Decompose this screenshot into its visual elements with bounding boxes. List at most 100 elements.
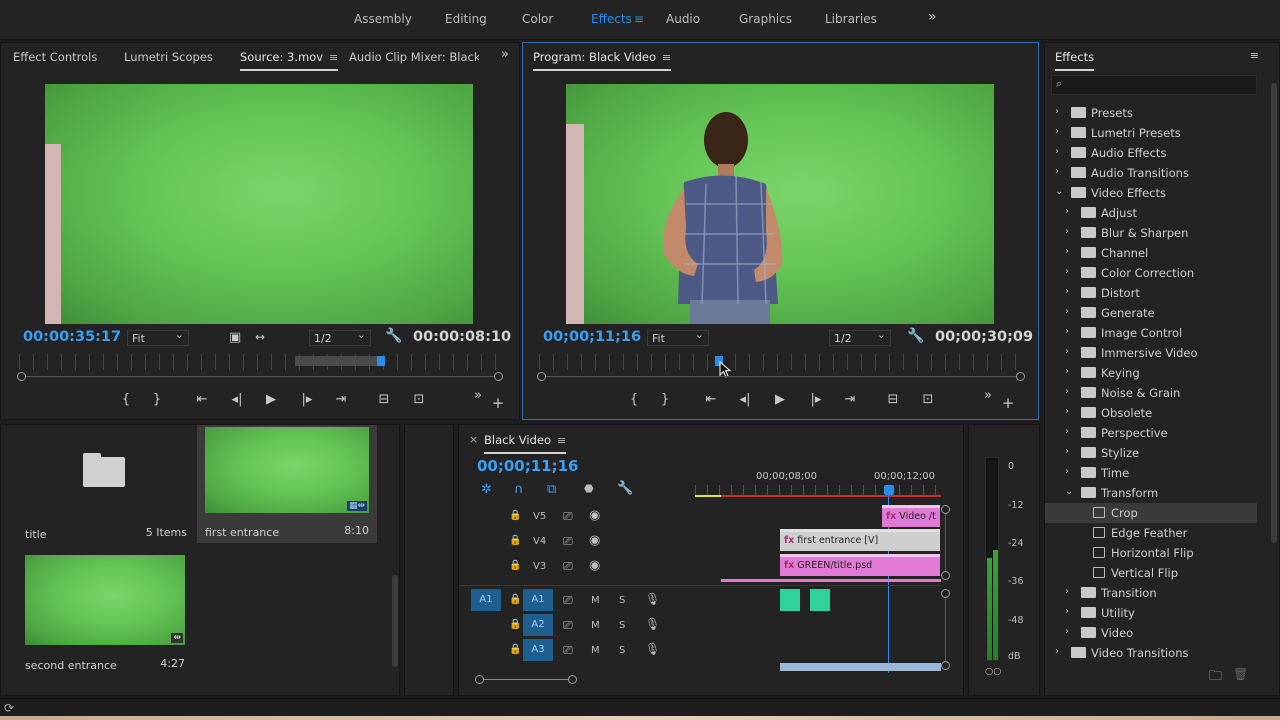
linked-selection-icon[interactable]: ⧉ bbox=[547, 482, 556, 497]
lock-icon[interactable]: 🔒 bbox=[509, 510, 521, 521]
effects-tree-item[interactable]: › Obsolete bbox=[1045, 403, 1257, 423]
tab-source[interactable]: Source: 3.mov ≡ bbox=[240, 50, 339, 71]
program-resolution-dropdown[interactable]: 1/2 bbox=[829, 328, 891, 346]
timeline-playhead-handle[interactable] bbox=[884, 485, 894, 495]
audio-vscroll[interactable] bbox=[945, 595, 946, 665]
audio-clip[interactable] bbox=[780, 589, 800, 611]
mark-out-icon[interactable]: } bbox=[656, 392, 674, 407]
source-zoom-right-handle[interactable] bbox=[494, 372, 503, 381]
insert-icon[interactable]: ↔ bbox=[255, 330, 265, 344]
audio-clip[interactable] bbox=[810, 589, 830, 611]
effects-tree-item[interactable]: Vertical Flip bbox=[1045, 563, 1257, 583]
workspace-effects[interactable]: Effects bbox=[591, 12, 632, 26]
chevron-right-icon[interactable]: › bbox=[1065, 386, 1069, 397]
effects-title[interactable]: Effects bbox=[1055, 50, 1095, 71]
chevron-right-icon[interactable]: › bbox=[1065, 226, 1069, 237]
delete-icon[interactable]: 🗑 bbox=[1233, 667, 1248, 681]
effects-tree-item[interactable]: › Video Transitions bbox=[1045, 643, 1257, 663]
program-time-ruler[interactable] bbox=[539, 354, 1021, 370]
chevron-right-icon[interactable]: › bbox=[1065, 606, 1069, 617]
chevron-right-icon[interactable]: › bbox=[1065, 366, 1069, 377]
track-name[interactable]: A1 bbox=[523, 589, 553, 611]
video-vscroll[interactable] bbox=[945, 507, 946, 575]
tab-effect-controls[interactable]: Effect Controls bbox=[13, 50, 97, 64]
timeline-hscroll-right[interactable] bbox=[568, 675, 577, 684]
workspace-overflow-icon[interactable]: » bbox=[928, 9, 937, 25]
chevron-right-icon[interactable]: › bbox=[1055, 146, 1059, 157]
chevron-right-icon[interactable]: › bbox=[1065, 426, 1069, 437]
video-scroll-handle[interactable] bbox=[941, 571, 950, 580]
program-fit-dropdown[interactable]: Fit bbox=[647, 328, 709, 346]
effects-tree-item[interactable]: › Presets bbox=[1045, 103, 1257, 123]
chevron-down-icon[interactable]: ⌄ bbox=[1065, 486, 1073, 497]
source-patch-a1[interactable]: A1 bbox=[471, 589, 501, 611]
voiceover-mic-icon[interactable]: 🎙 bbox=[645, 592, 660, 606]
audio-scroll-handle[interactable] bbox=[941, 661, 950, 670]
chevron-right-icon[interactable]: › bbox=[1065, 206, 1069, 217]
effects-search-input[interactable] bbox=[1072, 77, 1252, 93]
sync-lock-icon[interactable]: ⎚ bbox=[563, 593, 573, 608]
step-back-icon[interactable]: ◂| bbox=[228, 392, 246, 407]
effects-tree-item[interactable]: ⌄ Video Effects bbox=[1045, 183, 1257, 203]
panel-menu-icon[interactable]: ≡ bbox=[662, 51, 671, 64]
effects-tree-item[interactable]: › Time bbox=[1045, 463, 1257, 483]
panel-menu-icon[interactable]: ≡ bbox=[1250, 49, 1259, 62]
chevron-right-icon[interactable]: › bbox=[1065, 446, 1069, 457]
effects-tree-item[interactable]: › Perspective bbox=[1045, 423, 1257, 443]
overwrite-edit-icon[interactable]: ⊡ bbox=[410, 392, 428, 407]
button-editor-add-icon[interactable]: + bbox=[489, 394, 507, 412]
effects-tree-item[interactable]: › Generate bbox=[1045, 303, 1257, 323]
timeline-clip-v3[interactable]: fx GREEN/title.psd bbox=[780, 554, 940, 576]
timeline-hscroll[interactable] bbox=[483, 679, 575, 680]
workspace-editing[interactable]: Editing bbox=[445, 12, 487, 26]
tab-program[interactable]: Program: Black Video ≡ bbox=[533, 50, 672, 71]
video-scroll-handle[interactable] bbox=[941, 505, 950, 514]
voiceover-mic-icon[interactable]: 🎙 bbox=[645, 617, 660, 631]
timeline-clip-bottom[interactable] bbox=[780, 663, 941, 671]
snap-icon[interactable]: ∩ bbox=[514, 482, 524, 497]
sync-lock-icon[interactable]: ⎚ bbox=[563, 509, 573, 524]
controls-overflow-icon[interactable]: » bbox=[469, 388, 487, 403]
effects-tree-item[interactable]: › Color Correction bbox=[1045, 263, 1257, 283]
chevron-right-icon[interactable]: › bbox=[1055, 126, 1059, 137]
lock-icon[interactable]: 🔒 bbox=[509, 619, 521, 630]
effects-tree-item[interactable]: › Utility bbox=[1045, 603, 1257, 623]
close-sequence-icon[interactable]: × bbox=[469, 433, 478, 446]
workspace-libraries[interactable]: Libraries bbox=[825, 12, 877, 26]
export-frame-icon[interactable]: ▣ bbox=[229, 330, 241, 345]
effects-tree-item[interactable]: › Lumetri Presets bbox=[1045, 123, 1257, 143]
chevron-right-icon[interactable]: › bbox=[1065, 406, 1069, 417]
source-fit-dropdown[interactable]: Fit bbox=[127, 328, 189, 346]
timeline-clip-v2-partial[interactable] bbox=[721, 579, 941, 582]
effects-tree-item[interactable]: › Blur & Sharpen bbox=[1045, 223, 1257, 243]
step-forward-icon[interactable]: |▸ bbox=[807, 392, 825, 407]
chevron-right-icon[interactable]: › bbox=[1065, 306, 1069, 317]
workspace-graphics[interactable]: Graphics bbox=[739, 12, 792, 26]
play-icon[interactable]: ▶ bbox=[262, 392, 280, 407]
project-scrollbar[interactable] bbox=[392, 575, 398, 667]
effects-tree-item[interactable]: › Keying bbox=[1045, 363, 1257, 383]
effects-scrollbar[interactable] bbox=[1271, 83, 1277, 543]
mark-in-icon[interactable]: { bbox=[117, 392, 135, 407]
chevron-right-icon[interactable]: › bbox=[1055, 646, 1059, 657]
source-time-ruler[interactable] bbox=[19, 354, 499, 370]
tab-sequence[interactable]: Black Video ≡ bbox=[484, 433, 567, 454]
bin-item-first-entrance[interactable]: ▦⇹ first entrance 8:10 bbox=[197, 425, 377, 543]
lock-icon[interactable]: 🔒 bbox=[509, 560, 521, 571]
chevron-right-icon[interactable]: › bbox=[1065, 586, 1069, 597]
solo-button[interactable]: S bbox=[619, 620, 625, 631]
sync-lock-icon[interactable]: ⎚ bbox=[563, 618, 573, 633]
wrench-icon[interactable]: 🔧 bbox=[907, 328, 924, 344]
effects-tree-item[interactable]: › Image Control bbox=[1045, 323, 1257, 343]
timeline-clip-v5[interactable]: fx Video /t bbox=[882, 505, 940, 527]
source-playhead[interactable] bbox=[377, 356, 385, 366]
program-zoom-bar[interactable] bbox=[543, 376, 1019, 377]
program-zoom-right-handle[interactable] bbox=[1016, 372, 1025, 381]
mute-button[interactable]: M bbox=[591, 645, 600, 656]
effects-tree-item[interactable]: › Audio Effects bbox=[1045, 143, 1257, 163]
effects-tree-item[interactable]: › Channel bbox=[1045, 243, 1257, 263]
bin-item-second-entrance[interactable]: ⇹ second entrance 4:27 bbox=[17, 553, 195, 673]
eye-icon[interactable]: ◉ bbox=[589, 533, 600, 548]
lock-icon[interactable]: 🔒 bbox=[509, 535, 521, 546]
source-zoom-bar[interactable] bbox=[23, 376, 497, 377]
